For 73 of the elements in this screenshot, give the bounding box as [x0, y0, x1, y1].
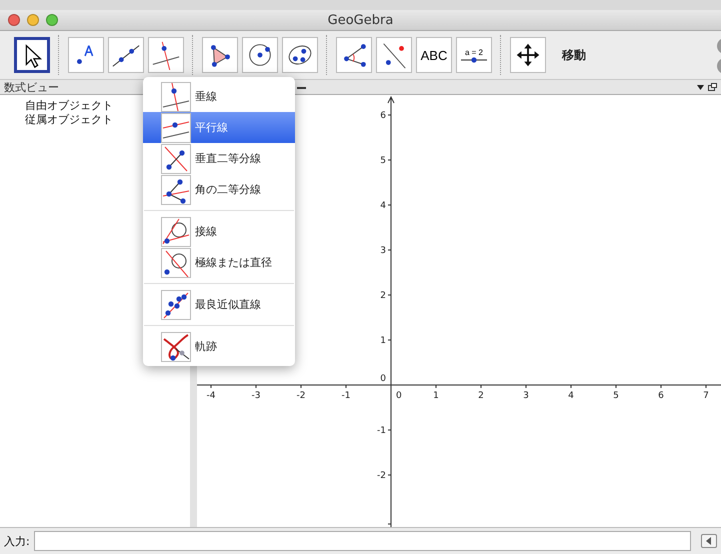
tangent-icon — [161, 216, 191, 246]
menu-item-label: 最良近似直線 — [195, 297, 261, 312]
tool-button[interactable] — [242, 37, 278, 73]
tick-label: 1 — [380, 336, 386, 346]
tool-button[interactable] — [202, 37, 238, 73]
input-help-button[interactable] — [701, 534, 717, 548]
view-title: 数式ビュー — [4, 80, 59, 94]
tick-label: -3 — [252, 390, 260, 401]
text-tool-label: ABC — [420, 48, 448, 62]
perpendicular-icon — [161, 82, 191, 112]
menu-item-label: 垂線 — [195, 89, 217, 104]
tool-button[interactable] — [336, 37, 372, 73]
tick-label: 2 — [380, 290, 386, 301]
tick-label: 0 — [396, 390, 402, 401]
tick-label: 3 — [523, 390, 529, 401]
input-field[interactable] — [34, 531, 691, 551]
minimize-icon[interactable] — [297, 87, 306, 91]
tick-label: -4 — [206, 390, 216, 401]
menu-item-label: 平行線 — [195, 120, 228, 135]
menu-item[interactable]: 平行線 — [143, 112, 295, 143]
menu-item[interactable]: 極線または直径 — [143, 247, 295, 278]
tick-label: 4 — [568, 390, 574, 401]
tick-label: 2 — [478, 390, 484, 401]
tick-label: 6 — [658, 390, 664, 401]
dropdown-icon[interactable] — [697, 84, 704, 90]
menu-item[interactable]: 最良近似直線 — [143, 289, 295, 320]
zoom-button[interactable] — [46, 14, 58, 26]
tick-label: 3 — [380, 246, 386, 256]
window-title: GeoGebra — [328, 12, 394, 28]
menu-item-label: 軌跡 — [195, 339, 217, 354]
tick-label: -2 — [377, 470, 386, 481]
tick-label: 0 — [380, 374, 386, 384]
menu-item-label: 接線 — [195, 224, 217, 239]
menu-item[interactable]: 垂線 — [143, 81, 295, 112]
window-icon[interactable] — [708, 82, 717, 91]
input-label: 入力: — [4, 534, 30, 548]
bisector-icon — [161, 144, 191, 174]
menu-item-label: 角の二等分線 — [195, 182, 261, 197]
parallel-icon — [161, 112, 191, 142]
tick-label: 6 — [380, 110, 386, 121]
tick-label: 5 — [613, 390, 619, 401]
tool-button[interactable] — [108, 37, 144, 73]
tick-label: 4 — [380, 200, 386, 211]
tool-name: 移動 — [562, 46, 586, 64]
tick-label: -1 — [377, 426, 386, 436]
close-button[interactable] — [8, 14, 20, 26]
tool-button[interactable] — [376, 37, 412, 73]
tick-label: -1 — [342, 390, 350, 401]
menu-item[interactable]: 垂直二等分線 — [143, 143, 295, 174]
menu-item-label: 極線または直径 — [195, 255, 272, 270]
fit-icon — [161, 290, 191, 320]
locus-icon — [161, 332, 191, 362]
tick-label: 5 — [380, 156, 386, 166]
menu-item[interactable]: 接線 — [143, 216, 295, 247]
tool-button[interactable] — [282, 37, 318, 73]
slider-tool-label: a = 2 — [464, 48, 483, 56]
tool-button[interactable] — [510, 37, 546, 73]
tick-label: 1 — [433, 390, 439, 401]
tick-label: 7 — [703, 390, 709, 401]
menu-item-label: 垂直二等分線 — [195, 151, 261, 166]
perpendicular-tool-icon — [151, 40, 181, 70]
tick-label: -2 — [296, 390, 306, 401]
triangle-icon — [705, 537, 713, 545]
angle-bisector-icon — [161, 174, 191, 204]
menu-item[interactable]: 軌跡 — [143, 331, 295, 362]
slider-icon — [460, 56, 488, 62]
tool-button[interactable] — [14, 37, 50, 73]
menu-item[interactable]: 角の二等分線 — [143, 174, 295, 205]
polar-icon — [161, 248, 191, 278]
tool-button[interactable]: ABC — [416, 37, 452, 73]
tool-button[interactable] — [148, 37, 184, 73]
tool-button[interactable] — [68, 37, 104, 73]
tool-button[interactable]: a = 2 — [456, 37, 492, 73]
